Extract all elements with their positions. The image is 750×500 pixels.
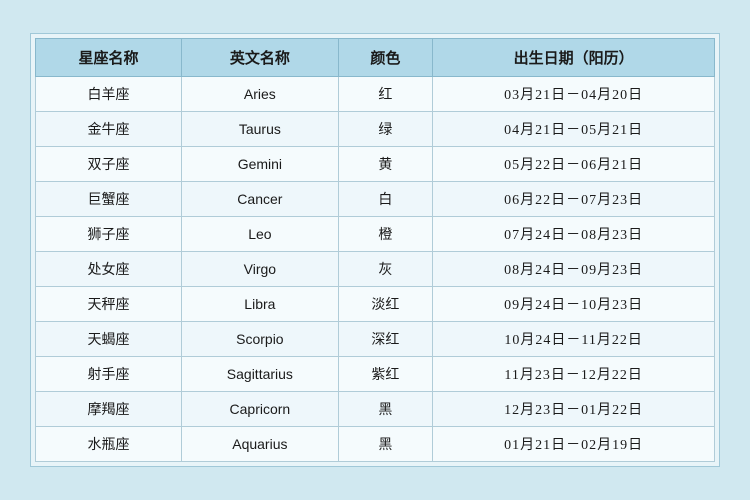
cell-date_range: 05月22日－06月21日 bbox=[433, 147, 715, 182]
table-row: 天蝎座Scorpio深红10月24日－11月22日 bbox=[36, 322, 715, 357]
table-row: 射手座Sagittarius紫红11月23日－12月22日 bbox=[36, 357, 715, 392]
table-row: 天秤座Libra淡红09月24日－10月23日 bbox=[36, 287, 715, 322]
cell-color: 黑 bbox=[338, 392, 433, 427]
cell-zh_name: 巨蟹座 bbox=[36, 182, 182, 217]
table-row: 狮子座Leo橙07月24日－08月23日 bbox=[36, 217, 715, 252]
cell-zh_name: 白羊座 bbox=[36, 77, 182, 112]
cell-en_name: Sagittarius bbox=[182, 357, 339, 392]
table-row: 双子座Gemini黄05月22日－06月21日 bbox=[36, 147, 715, 182]
cell-zh_name: 天蝎座 bbox=[36, 322, 182, 357]
cell-en_name: Cancer bbox=[182, 182, 339, 217]
table-row: 处女座Virgo灰08月24日－09月23日 bbox=[36, 252, 715, 287]
cell-en_name: Aries bbox=[182, 77, 339, 112]
cell-date_range: 08月24日－09月23日 bbox=[433, 252, 715, 287]
cell-en_name: Leo bbox=[182, 217, 339, 252]
table-body: 白羊座Aries红03月21日－04月20日金牛座Taurus绿04月21日－0… bbox=[36, 77, 715, 462]
table-row: 金牛座Taurus绿04月21日－05月21日 bbox=[36, 112, 715, 147]
table-row: 水瓶座Aquarius黑01月21日－02月19日 bbox=[36, 427, 715, 462]
cell-color: 红 bbox=[338, 77, 433, 112]
cell-date_range: 09月24日－10月23日 bbox=[433, 287, 715, 322]
header-zh-name: 星座名称 bbox=[36, 39, 182, 77]
cell-zh_name: 天秤座 bbox=[36, 287, 182, 322]
cell-en_name: Gemini bbox=[182, 147, 339, 182]
cell-zh_name: 射手座 bbox=[36, 357, 182, 392]
zodiac-table: 星座名称 英文名称 颜色 出生日期（阳历） 白羊座Aries红03月21日－04… bbox=[35, 38, 715, 462]
cell-color: 紫红 bbox=[338, 357, 433, 392]
cell-en_name: Scorpio bbox=[182, 322, 339, 357]
header-en-name: 英文名称 bbox=[182, 39, 339, 77]
cell-color: 橙 bbox=[338, 217, 433, 252]
cell-en_name: Aquarius bbox=[182, 427, 339, 462]
table-row: 摩羯座Capricorn黑12月23日－01月22日 bbox=[36, 392, 715, 427]
cell-color: 白 bbox=[338, 182, 433, 217]
cell-zh_name: 狮子座 bbox=[36, 217, 182, 252]
cell-date_range: 12月23日－01月22日 bbox=[433, 392, 715, 427]
cell-zh_name: 摩羯座 bbox=[36, 392, 182, 427]
cell-en_name: Virgo bbox=[182, 252, 339, 287]
header-date-range: 出生日期（阳历） bbox=[433, 39, 715, 77]
cell-date_range: 10月24日－11月22日 bbox=[433, 322, 715, 357]
zodiac-table-container: 星座名称 英文名称 颜色 出生日期（阳历） 白羊座Aries红03月21日－04… bbox=[30, 33, 720, 467]
cell-date_range: 07月24日－08月23日 bbox=[433, 217, 715, 252]
cell-zh_name: 水瓶座 bbox=[36, 427, 182, 462]
cell-date_range: 11月23日－12月22日 bbox=[433, 357, 715, 392]
table-row: 白羊座Aries红03月21日－04月20日 bbox=[36, 77, 715, 112]
table-header-row: 星座名称 英文名称 颜色 出生日期（阳历） bbox=[36, 39, 715, 77]
cell-date_range: 04月21日－05月21日 bbox=[433, 112, 715, 147]
cell-color: 黑 bbox=[338, 427, 433, 462]
cell-en_name: Taurus bbox=[182, 112, 339, 147]
cell-en_name: Capricorn bbox=[182, 392, 339, 427]
table-row: 巨蟹座Cancer白06月22日－07月23日 bbox=[36, 182, 715, 217]
cell-color: 黄 bbox=[338, 147, 433, 182]
cell-zh_name: 处女座 bbox=[36, 252, 182, 287]
cell-date_range: 03月21日－04月20日 bbox=[433, 77, 715, 112]
cell-color: 深红 bbox=[338, 322, 433, 357]
header-color: 颜色 bbox=[338, 39, 433, 77]
cell-date_range: 06月22日－07月23日 bbox=[433, 182, 715, 217]
cell-zh_name: 金牛座 bbox=[36, 112, 182, 147]
cell-date_range: 01月21日－02月19日 bbox=[433, 427, 715, 462]
cell-color: 灰 bbox=[338, 252, 433, 287]
cell-zh_name: 双子座 bbox=[36, 147, 182, 182]
cell-color: 绿 bbox=[338, 112, 433, 147]
cell-color: 淡红 bbox=[338, 287, 433, 322]
cell-en_name: Libra bbox=[182, 287, 339, 322]
